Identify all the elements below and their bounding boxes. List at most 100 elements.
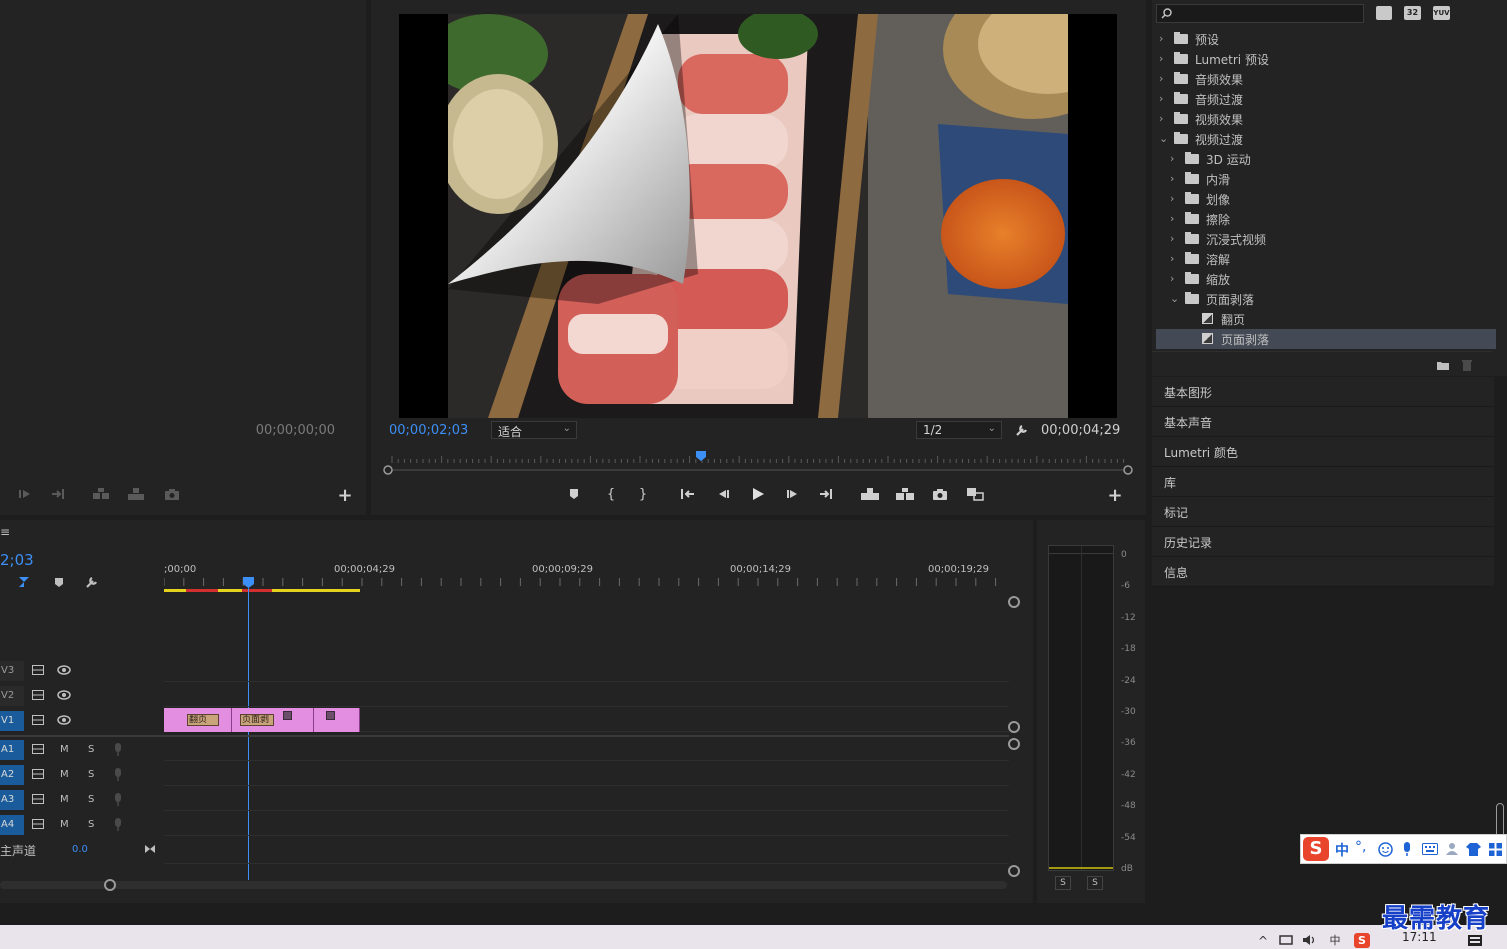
user-icon[interactable] <box>1444 841 1460 857</box>
accelerated-effects-icon[interactable] <box>1376 6 1392 20</box>
film-icon[interactable] <box>31 689 45 701</box>
transition-flip[interactable]: 翻页 <box>187 714 219 726</box>
sync-lock-icon[interactable] <box>31 818 45 830</box>
panel-markers[interactable]: 标记 <box>1152 497 1494 527</box>
video-clip[interactable]: 页面剥 <box>232 708 314 732</box>
effect-folder[interactable]: › 沉浸式视频 <box>1156 229 1496 249</box>
chevron-right-icon[interactable]: › <box>1170 152 1180 165</box>
track-row-a1[interactable] <box>164 737 1009 761</box>
go-to-out-icon[interactable] <box>818 486 834 502</box>
track-name[interactable]: A1 <box>0 740 24 760</box>
lift-icon[interactable] <box>860 486 880 502</box>
effect-folder[interactable]: › 缩放 <box>1156 269 1496 289</box>
solo-button[interactable]: S <box>88 819 94 830</box>
new-bin-icon[interactable] <box>1435 358 1451 372</box>
ime-mode[interactable]: 中 <box>1335 840 1349 860</box>
chevron-right-icon[interactable]: › <box>1159 92 1169 105</box>
sogou-tray-icon[interactable]: S <box>1354 933 1370 948</box>
keyboard-icon[interactable] <box>1421 841 1439 857</box>
effect-folder[interactable]: › 溶解 <box>1156 249 1496 269</box>
effect-folder[interactable]: › 音频过渡 <box>1156 89 1496 109</box>
overwrite-icon[interactable] <box>127 486 145 502</box>
solo-right-button[interactable]: S <box>1087 876 1103 890</box>
add-button-icon[interactable]: + <box>1107 485 1123 506</box>
menu-icon[interactable]: ≡ <box>0 525 10 539</box>
effect-folder[interactable]: › 划像 <box>1156 189 1496 209</box>
step-back-icon[interactable] <box>715 486 731 502</box>
eye-icon[interactable] <box>57 689 71 701</box>
chevron-right-icon[interactable]: › <box>1159 52 1169 65</box>
effect-folder[interactable]: › 3D 运动 <box>1156 149 1496 169</box>
panel-libraries[interactable]: 库 <box>1152 467 1494 497</box>
effect-folder[interactable]: ⌄ 页面剥落 <box>1156 289 1496 309</box>
scroll-handle[interactable] <box>1008 721 1020 733</box>
track-row-v1[interactable]: 翻页 页面剥 <box>164 708 1009 732</box>
source-timecode[interactable]: 00;00;00;00 <box>256 423 335 438</box>
wrench-icon[interactable] <box>1014 422 1030 438</box>
solo-left-button[interactable]: S <box>1055 876 1071 890</box>
emoji-icon[interactable] <box>1377 841 1393 857</box>
program-current-timecode[interactable]: 00;00;02;03 <box>389 423 468 438</box>
32bit-effects-icon[interactable]: 32 <box>1404 6 1421 20</box>
chevron-up-icon[interactable]: ^ <box>1256 934 1270 948</box>
yuv-effects-icon[interactable]: YUV <box>1433 6 1450 20</box>
solo-button[interactable]: S <box>88 744 94 755</box>
resolution-select[interactable]: 1/2 ⌄ <box>916 421 1002 439</box>
track-row-master[interactable] <box>164 840 1009 864</box>
mark-out-icon[interactable]: } <box>637 486 649 502</box>
add-marker-icon[interactable] <box>567 486 581 502</box>
comparison-view-icon[interactable] <box>965 486 985 502</box>
track-row-v2[interactable] <box>164 683 1009 707</box>
snap-icon[interactable] <box>16 574 32 590</box>
mark-in-icon[interactable]: { <box>605 486 617 502</box>
add-button-icon[interactable]: + <box>337 485 353 506</box>
chevron-right-icon[interactable]: › <box>1170 192 1180 205</box>
effect-folder[interactable]: › 内滑 <box>1156 169 1496 189</box>
mute-button[interactable]: M <box>60 819 69 830</box>
effect-folder[interactable]: › Lumetri 预设 <box>1156 49 1496 69</box>
toolbox-icon[interactable] <box>1487 841 1503 857</box>
transition-page-peel[interactable]: 页面剥 <box>240 714 274 726</box>
extract-icon[interactable] <box>895 486 915 502</box>
effect-item[interactable]: 翻页 <box>1156 309 1496 329</box>
solo-button[interactable]: S <box>88 769 94 780</box>
sequence-timecode[interactable]: 2;03 <box>0 551 34 569</box>
go-to-in-icon[interactable] <box>680 486 696 502</box>
volume-icon[interactable] <box>1301 933 1319 947</box>
go-to-out-icon[interactable] <box>50 486 66 502</box>
scroll-handle[interactable] <box>1008 738 1020 750</box>
track-row-a4[interactable] <box>164 812 1009 836</box>
wrench-icon[interactable] <box>84 574 100 590</box>
effect-item[interactable]: 页面剥落 <box>1156 329 1496 349</box>
sync-lock-icon[interactable] <box>31 743 45 755</box>
scroll-handle[interactable] <box>1008 596 1020 608</box>
track-row-v3[interactable] <box>164 658 1009 682</box>
video-clip[interactable] <box>314 708 360 732</box>
sync-lock-icon[interactable] <box>31 768 45 780</box>
trash-icon[interactable] <box>1459 358 1475 372</box>
eye-icon[interactable] <box>57 664 71 676</box>
mute-button[interactable]: M <box>60 794 69 805</box>
program-playhead[interactable] <box>695 450 707 462</box>
chevron-right-icon[interactable]: › <box>1170 272 1180 285</box>
insert-icon[interactable] <box>92 486 110 502</box>
chevron-right-icon[interactable]: › <box>1159 112 1169 125</box>
panel-info[interactable]: 信息 <box>1152 557 1494 587</box>
panel-essential-sound[interactable]: 基本声音 <box>1152 407 1494 437</box>
chevron-right-icon[interactable]: › <box>1170 232 1180 245</box>
track-name[interactable]: V3 <box>0 661 24 681</box>
track-name[interactable]: A3 <box>0 790 24 810</box>
track-name[interactable]: A2 <box>0 765 24 785</box>
skin-icon[interactable] <box>1465 841 1481 857</box>
master-volume[interactable]: 0.0 <box>72 844 88 855</box>
effect-folder[interactable]: › 音频效果 <box>1156 69 1496 89</box>
film-icon[interactable] <box>31 664 45 676</box>
effects-search-input[interactable] <box>1156 4 1364 23</box>
play-in-to-out-icon[interactable] <box>17 486 33 502</box>
chevron-down-icon[interactable]: ⌄ <box>1170 292 1180 305</box>
program-time-ruler[interactable] <box>382 450 1134 476</box>
panel-essential-graphics[interactable]: 基本图形 <box>1152 377 1494 407</box>
effect-folder[interactable]: › 预设 <box>1156 29 1496 49</box>
effect-folder[interactable]: › 擦除 <box>1156 209 1496 229</box>
export-frame-icon[interactable] <box>164 486 180 502</box>
